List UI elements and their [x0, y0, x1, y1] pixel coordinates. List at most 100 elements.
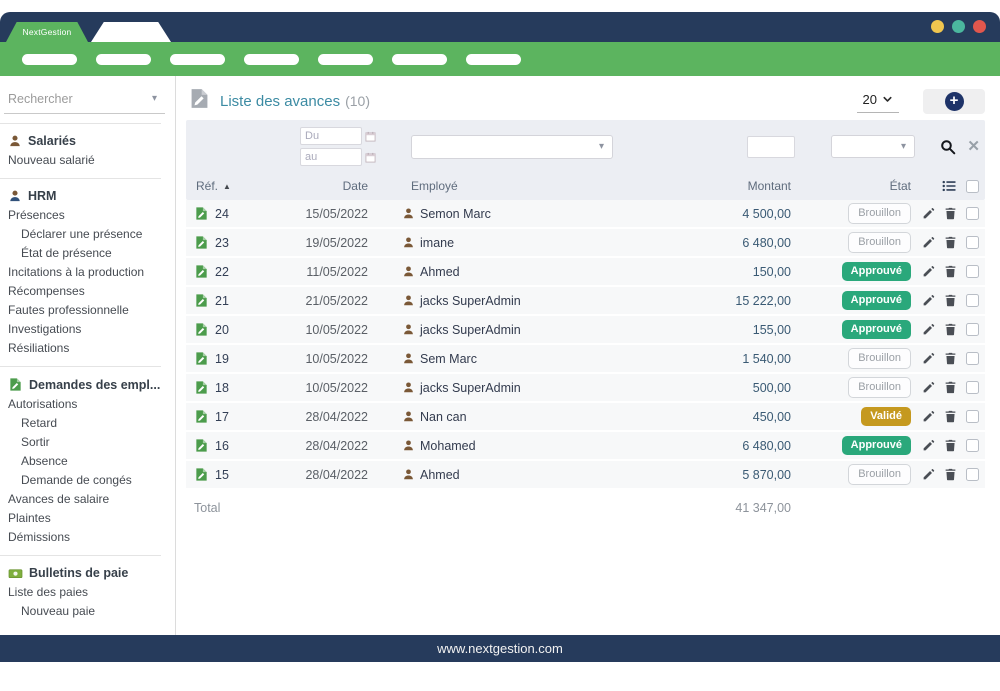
employee-cell[interactable]: Ahmed	[376, 468, 655, 482]
row-checkbox[interactable]	[966, 439, 979, 452]
list-view-icon[interactable]	[941, 179, 957, 193]
ref-cell[interactable]: 22	[186, 264, 266, 279]
date-column-header[interactable]: Date	[266, 179, 376, 193]
nav-menu-item[interactable]	[466, 54, 521, 65]
date-from-input[interactable]	[300, 127, 362, 145]
sidebar-item-r-siliations[interactable]: Résiliations	[0, 338, 175, 357]
select-all-checkbox[interactable]	[966, 180, 979, 193]
nav-menu-item[interactable]	[96, 54, 151, 65]
nav-menu-item[interactable]	[22, 54, 77, 65]
employee-cell[interactable]: Ahmed	[376, 265, 655, 279]
active-browser-tab[interactable]: NextGestion	[6, 22, 88, 42]
delete-icon[interactable]	[944, 207, 957, 220]
sidebar-section-bulletins-de-paie[interactable]: Bulletins de paie	[0, 564, 175, 582]
sidebar-search-select[interactable]: Rechercher ▾	[4, 88, 165, 114]
delete-icon[interactable]	[944, 323, 957, 336]
sidebar-item-tat-de-pr-sence[interactable]: État de présence	[0, 243, 175, 262]
sidebar-item-sortir[interactable]: Sortir	[0, 432, 175, 451]
row-checkbox[interactable]	[966, 381, 979, 394]
row-checkbox[interactable]	[966, 352, 979, 365]
edit-icon[interactable]	[922, 207, 935, 220]
sidebar-item-autorisations[interactable]: Autorisations	[0, 394, 175, 413]
ref-cell[interactable]: 23	[186, 235, 266, 250]
sidebar-section-salari-s[interactable]: Salariés	[0, 132, 175, 150]
edit-icon[interactable]	[922, 323, 935, 336]
row-checkbox[interactable]	[966, 265, 979, 278]
edit-icon[interactable]	[922, 236, 935, 249]
edit-icon[interactable]	[922, 439, 935, 452]
employee-cell[interactable]: jacks SuperAdmin	[376, 323, 655, 337]
window-control-dot[interactable]	[952, 20, 965, 33]
sidebar-item-absence[interactable]: Absence	[0, 451, 175, 470]
edit-icon[interactable]	[922, 294, 935, 307]
employee-filter-select[interactable]: ▾	[411, 135, 613, 159]
edit-icon[interactable]	[922, 352, 935, 365]
employee-cell[interactable]: Sem Marc	[376, 352, 655, 366]
sidebar-item-nouveau-salari[interactable]: Nouveau salarié	[0, 150, 175, 169]
row-checkbox[interactable]	[966, 410, 979, 423]
sidebar-item-demande-de-cong-s[interactable]: Demande de congés	[0, 470, 175, 489]
sidebar-item-investigations[interactable]: Investigations	[0, 319, 175, 338]
sidebar-section-demandes-des-empl[interactable]: Demandes des empl...	[0, 375, 175, 394]
sidebar-item-nouveau-paie[interactable]: Nouveau paie	[0, 601, 175, 620]
footer-url[interactable]: www.nextgestion.com	[437, 641, 563, 656]
row-checkbox[interactable]	[966, 236, 979, 249]
delete-icon[interactable]	[944, 468, 957, 481]
edit-icon[interactable]	[922, 381, 935, 394]
sidebar-item-r-compenses[interactable]: Récompenses	[0, 281, 175, 300]
employee-cell[interactable]: jacks SuperAdmin	[376, 381, 655, 395]
nav-menu-item[interactable]	[318, 54, 373, 65]
sidebar-section-hrm[interactable]: HRM	[0, 187, 175, 205]
sidebar-item-plaintes[interactable]: Plaintes	[0, 508, 175, 527]
sidebar-item-d-missions[interactable]: Démissions	[0, 527, 175, 546]
sidebar-item-pr-sences[interactable]: Présences	[0, 205, 175, 224]
row-checkbox[interactable]	[966, 207, 979, 220]
ref-column-header[interactable]: Réf. ▲	[186, 179, 266, 193]
delete-icon[interactable]	[944, 381, 957, 394]
sidebar-item-avances-de-salaire[interactable]: Avances de salaire	[0, 489, 175, 508]
window-control-dot[interactable]	[973, 20, 986, 33]
delete-icon[interactable]	[944, 265, 957, 278]
delete-icon[interactable]	[944, 439, 957, 452]
ref-cell[interactable]: 21	[186, 293, 266, 308]
sidebar-item-retard[interactable]: Retard	[0, 413, 175, 432]
sidebar-item-liste-des-paies[interactable]: Liste des paies	[0, 582, 175, 601]
nav-menu-item[interactable]	[170, 54, 225, 65]
search-icon[interactable]	[940, 139, 956, 155]
status-column-header[interactable]: État	[795, 179, 915, 193]
amount-column-header[interactable]: Montant	[655, 179, 795, 193]
inactive-browser-tab[interactable]	[91, 22, 171, 42]
delete-icon[interactable]	[944, 236, 957, 249]
ref-cell[interactable]: 18	[186, 380, 266, 395]
sidebar-item-incitations-la-production[interactable]: Incitations à la production	[0, 262, 175, 281]
calendar-icon[interactable]	[365, 131, 376, 142]
ref-cell[interactable]: 17	[186, 409, 266, 424]
date-to-input[interactable]	[300, 148, 362, 166]
add-advance-button[interactable]: +	[923, 89, 985, 114]
status-filter-select[interactable]: ▾	[831, 135, 915, 158]
nav-menu-item[interactable]	[244, 54, 299, 65]
employee-column-header[interactable]: Employé	[376, 179, 655, 193]
sidebar-item-d-clarer-une-pr-sence[interactable]: Déclarer une présence	[0, 224, 175, 243]
delete-icon[interactable]	[944, 410, 957, 423]
ref-cell[interactable]: 19	[186, 351, 266, 366]
edit-icon[interactable]	[922, 265, 935, 278]
row-checkbox[interactable]	[966, 294, 979, 307]
sidebar-item-fautes-professionnelle[interactable]: Fautes professionnelle	[0, 300, 175, 319]
employee-cell[interactable]: Semon Marc	[376, 207, 655, 221]
calendar-icon[interactable]	[365, 152, 376, 163]
window-control-dot[interactable]	[931, 20, 944, 33]
amount-filter-input[interactable]	[747, 136, 795, 158]
employee-cell[interactable]: imane	[376, 236, 655, 250]
page-size-select[interactable]: 20	[857, 90, 899, 113]
clear-filters-icon[interactable]: ✕	[967, 139, 980, 154]
ref-cell[interactable]: 24	[186, 206, 266, 221]
edit-icon[interactable]	[922, 468, 935, 481]
ref-cell[interactable]: 15	[186, 467, 266, 482]
edit-icon[interactable]	[922, 410, 935, 423]
row-checkbox[interactable]	[966, 323, 979, 336]
delete-icon[interactable]	[944, 294, 957, 307]
employee-cell[interactable]: jacks SuperAdmin	[376, 294, 655, 308]
employee-cell[interactable]: Mohamed	[376, 439, 655, 453]
ref-cell[interactable]: 20	[186, 322, 266, 337]
